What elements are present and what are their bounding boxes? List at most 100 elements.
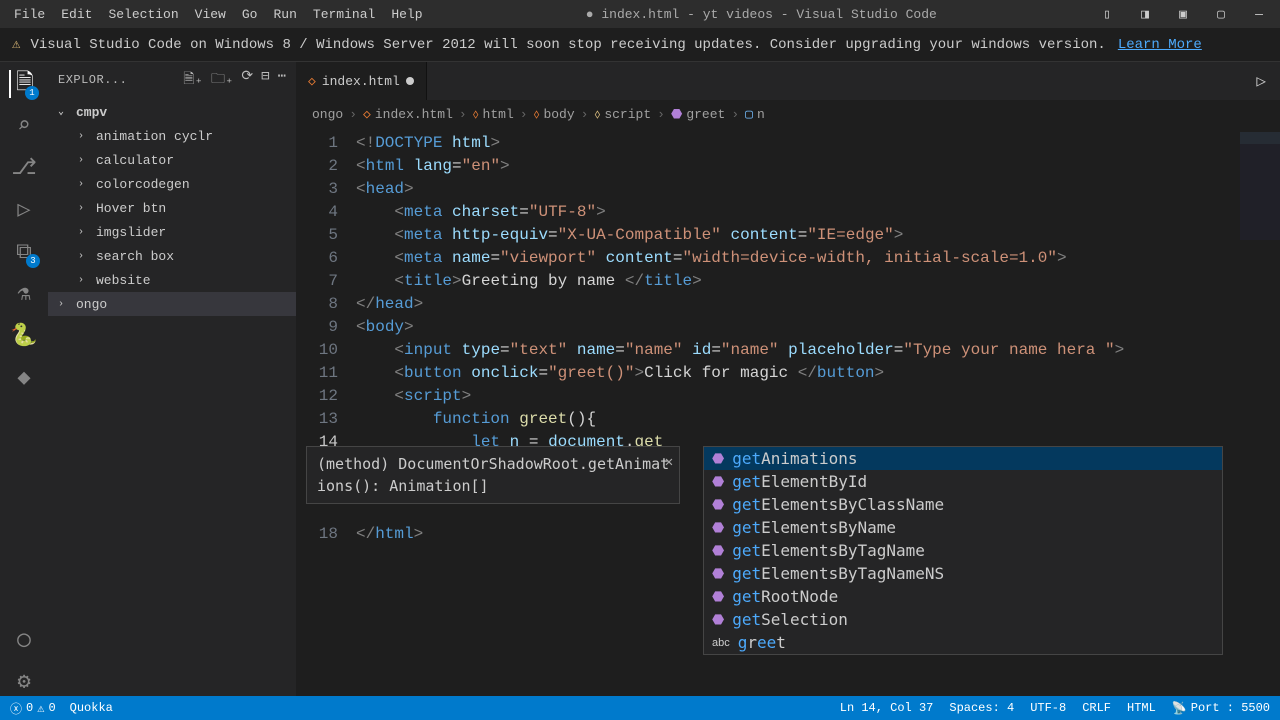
window-title: ● index.html - yt videos - Visual Studio… — [431, 7, 1092, 22]
chevron-down-icon: ⌄ — [58, 106, 72, 118]
status-cursor-pos[interactable]: Ln 14, Col 37 — [840, 701, 934, 716]
folder-item[interactable]: ›search box — [48, 244, 296, 268]
menu-terminal[interactable]: Terminal — [305, 3, 383, 26]
status-spaces[interactable]: Spaces: 4 — [949, 701, 1014, 716]
folder-item[interactable]: ›colorcodegen — [48, 172, 296, 196]
warning-icon: ⚠ — [12, 36, 20, 53]
method-icon: ⬣ — [712, 497, 724, 513]
autocomplete-item[interactable]: ⬣getAnimations — [704, 447, 1222, 470]
folder-root[interactable]: ⌄ cmpv — [48, 100, 296, 124]
extensions-icon[interactable]: ⧉3 — [10, 238, 38, 266]
status-language[interactable]: HTML — [1127, 701, 1156, 716]
status-errors[interactable]: ⓧ 0 ⚠ 0 — [10, 700, 56, 717]
collapse-icon[interactable]: ⊟ — [261, 68, 269, 92]
window-minimize-icon[interactable]: — — [1244, 7, 1274, 22]
breadcrumb-folder[interactable]: ongo — [312, 107, 343, 122]
menu-view[interactable]: View — [187, 3, 234, 26]
html-file-icon: ◇ — [308, 74, 316, 89]
account-icon[interactable]: ◯ — [10, 626, 38, 654]
chevron-right-icon: › — [78, 203, 92, 214]
autocomplete-item[interactable]: ⬣getSelection — [704, 608, 1222, 631]
autocomplete-item[interactable]: ⬣getElementsByTagName — [704, 539, 1222, 562]
editor-area: ◇ index.html ▷ ongo › ◇index.html › ⬨htm… — [296, 62, 1280, 696]
menu-file[interactable]: File — [6, 3, 53, 26]
refresh-icon[interactable]: ⟳ — [241, 68, 253, 92]
layout-icon-1[interactable]: ▯ — [1092, 7, 1122, 22]
status-liveserver[interactable]: 📡 Port : 5500 — [1172, 701, 1270, 716]
explorer-icon[interactable]: 🗎1 — [9, 70, 37, 98]
autocomplete-item[interactable]: ⬣getRootNode — [704, 585, 1222, 608]
method-icon: ⬣ — [712, 566, 724, 582]
autocomplete-item[interactable]: ⬣getElementsByTagNameNS — [704, 562, 1222, 585]
file-tree: ⌄ cmpv ›animation cyclr ›calculator ›col… — [48, 98, 296, 318]
menu-go[interactable]: Go — [234, 3, 266, 26]
debug-icon[interactable]: ▷ — [10, 196, 38, 224]
testing-icon[interactable]: ⚗ — [10, 280, 38, 308]
python-icon[interactable]: 🐍 — [10, 322, 38, 350]
breadcrumb-body[interactable]: ⬨body — [534, 107, 575, 122]
close-icon[interactable]: ✕ — [665, 451, 673, 473]
docker-icon[interactable]: ◆ — [10, 364, 38, 392]
autocomplete-item[interactable]: ⬣getElementById — [704, 470, 1222, 493]
status-encoding[interactable]: UTF-8 — [1030, 701, 1066, 716]
autocomplete-item[interactable]: ⬣getElementsByName — [704, 516, 1222, 539]
status-eol[interactable]: CRLF — [1082, 701, 1111, 716]
chevron-right-icon: › — [78, 131, 92, 142]
status-bar: ⓧ 0 ⚠ 0 Quokka Ln 14, Col 37 Spaces: 4 U… — [0, 696, 1280, 720]
folder-item[interactable]: ›animation cyclr — [48, 124, 296, 148]
method-icon: ⬣ — [712, 612, 724, 628]
folder-item[interactable]: ›imgslider — [48, 220, 296, 244]
chevron-right-icon: › — [78, 179, 92, 190]
layout-icon-2[interactable]: ◨ — [1130, 7, 1160, 22]
parameter-hint: ✕ (method) DocumentOrShadowRoot.getAnima… — [306, 446, 680, 504]
tab-label: index.html — [322, 74, 400, 89]
menubar: File Edit Selection View Go Run Terminal… — [0, 0, 1280, 28]
learn-more-link[interactable]: Learn More — [1118, 37, 1202, 53]
update-warning-banner: ⚠ Visual Studio Code on Windows 8 / Wind… — [0, 28, 1280, 62]
explorer-sidebar: EXPLOR... 🗎₊ 🗀₊ ⟳ ⊟ ⋯ ⌄ cmpv ›animation … — [48, 62, 296, 696]
status-quokka[interactable]: Quokka — [70, 701, 113, 715]
menu-run[interactable]: Run — [265, 3, 304, 26]
layout-icon-3[interactable]: ▣ — [1168, 7, 1198, 22]
menu-selection[interactable]: Selection — [100, 3, 186, 26]
new-folder-icon[interactable]: 🗀₊ — [211, 68, 233, 92]
activity-bar: 🗎1 ⌕ ⎇ ▷ ⧉3 ⚗ 🐍 ◆ ◯ ⚙ — [0, 62, 48, 696]
breadcrumb-greet[interactable]: ⬣greet — [671, 107, 725, 122]
method-icon: ⬣ — [712, 543, 724, 559]
settings-icon[interactable]: ⚙ — [10, 668, 38, 696]
breadcrumb-html[interactable]: ⬨html — [473, 107, 514, 122]
folder-item[interactable]: ›website — [48, 268, 296, 292]
autocomplete-item[interactable]: abcgreet — [704, 631, 1222, 654]
layout-icon-4[interactable]: ▢ — [1206, 7, 1236, 22]
sidebar-title: EXPLOR... — [58, 73, 183, 87]
breadcrumb-script[interactable]: ⬨script — [594, 107, 651, 122]
source-control-icon[interactable]: ⎇ — [10, 154, 38, 182]
folder-selected[interactable]: ›ongo — [48, 292, 296, 316]
menu-help[interactable]: Help — [383, 3, 430, 26]
method-icon: ⬣ — [712, 451, 724, 467]
function-icon: ⬣ — [671, 107, 682, 122]
menu-edit[interactable]: Edit — [53, 3, 100, 26]
tab-index-html[interactable]: ◇ index.html — [296, 62, 427, 100]
minimap[interactable] — [1240, 132, 1280, 252]
chevron-right-icon: › — [78, 251, 92, 262]
method-icon: ⬣ — [712, 474, 724, 490]
tab-bar: ◇ index.html ▷ — [296, 62, 1280, 100]
new-file-icon[interactable]: 🗎₊ — [183, 68, 203, 92]
breadcrumb: ongo › ◇index.html › ⬨html › ⬨body › ⬨sc… — [296, 100, 1280, 128]
folder-item[interactable]: ›Hover btn — [48, 196, 296, 220]
search-icon[interactable]: ⌕ — [10, 112, 38, 140]
folder-item[interactable]: ›calculator — [48, 148, 296, 172]
chevron-right-icon: › — [78, 227, 92, 238]
breadcrumb-n[interactable]: ▢n — [745, 107, 765, 122]
line-gutter: 1 2 3 4 5 6 7 8 9 10 11 12 13 14 18 — [296, 128, 356, 696]
code-editor[interactable]: 1 2 3 4 5 6 7 8 9 10 11 12 13 14 18 <!DO… — [296, 128, 1280, 696]
chevron-right-icon: › — [78, 275, 92, 286]
breadcrumb-file[interactable]: ◇index.html — [363, 107, 453, 122]
autocomplete-item[interactable]: ⬣getElementsByClassName — [704, 493, 1222, 516]
chevron-right-icon: › — [78, 155, 92, 166]
dirty-indicator-icon — [406, 77, 414, 85]
more-icon[interactable]: ⋯ — [278, 68, 286, 92]
method-icon: ⬣ — [712, 520, 724, 536]
run-triangle-icon[interactable]: ▷ — [1256, 71, 1266, 91]
